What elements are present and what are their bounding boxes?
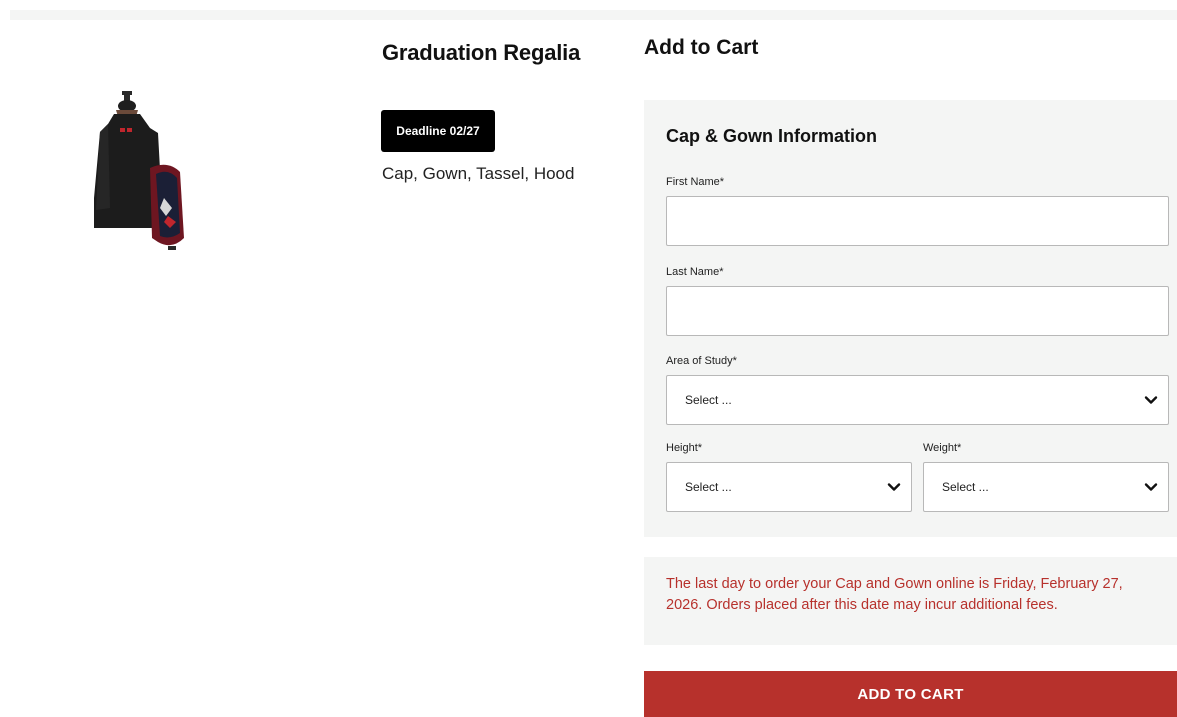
deadline-notice: The last day to order your Cap and Gown … xyxy=(644,557,1177,645)
first-name-input[interactable] xyxy=(666,196,1169,246)
cap-gown-form: Cap & Gown Information First Name* Last … xyxy=(644,100,1177,537)
form-heading: Cap & Gown Information xyxy=(666,126,877,146)
chevron-down-icon xyxy=(1144,393,1158,407)
add-to-cart-button[interactable]: ADD TO CART xyxy=(644,671,1177,717)
deadline-badge: Deadline 02/27 xyxy=(381,110,495,152)
first-name-label: First Name* xyxy=(666,176,725,188)
weight-select[interactable]: Select ... xyxy=(923,462,1169,512)
weight-value: Select ... xyxy=(942,480,989,494)
gown-with-hood-image xyxy=(94,91,184,250)
chevron-down-icon xyxy=(887,480,901,494)
area-of-study-label: Area of Study* xyxy=(666,355,737,367)
top-divider-bar xyxy=(10,10,1177,20)
chevron-down-icon xyxy=(1144,480,1158,494)
weight-label: Weight* xyxy=(923,442,962,454)
height-value: Select ... xyxy=(685,480,732,494)
deadline-notice-text: The last day to order your Cap and Gown … xyxy=(666,576,1123,613)
area-of-study-select[interactable]: Select ... xyxy=(666,375,1169,425)
last-name-input[interactable] xyxy=(666,286,1169,336)
height-label: Height* xyxy=(666,442,703,454)
product-image xyxy=(80,88,190,253)
area-of-study-value: Select ... xyxy=(685,393,732,407)
cart-heading: Add to Cart xyxy=(644,36,759,59)
product-description: Cap, Gown, Tassel, Hood xyxy=(382,164,575,183)
product-title: Graduation Regalia xyxy=(382,40,581,65)
last-name-label: Last Name* xyxy=(666,266,724,278)
height-select[interactable]: Select ... xyxy=(666,462,912,512)
